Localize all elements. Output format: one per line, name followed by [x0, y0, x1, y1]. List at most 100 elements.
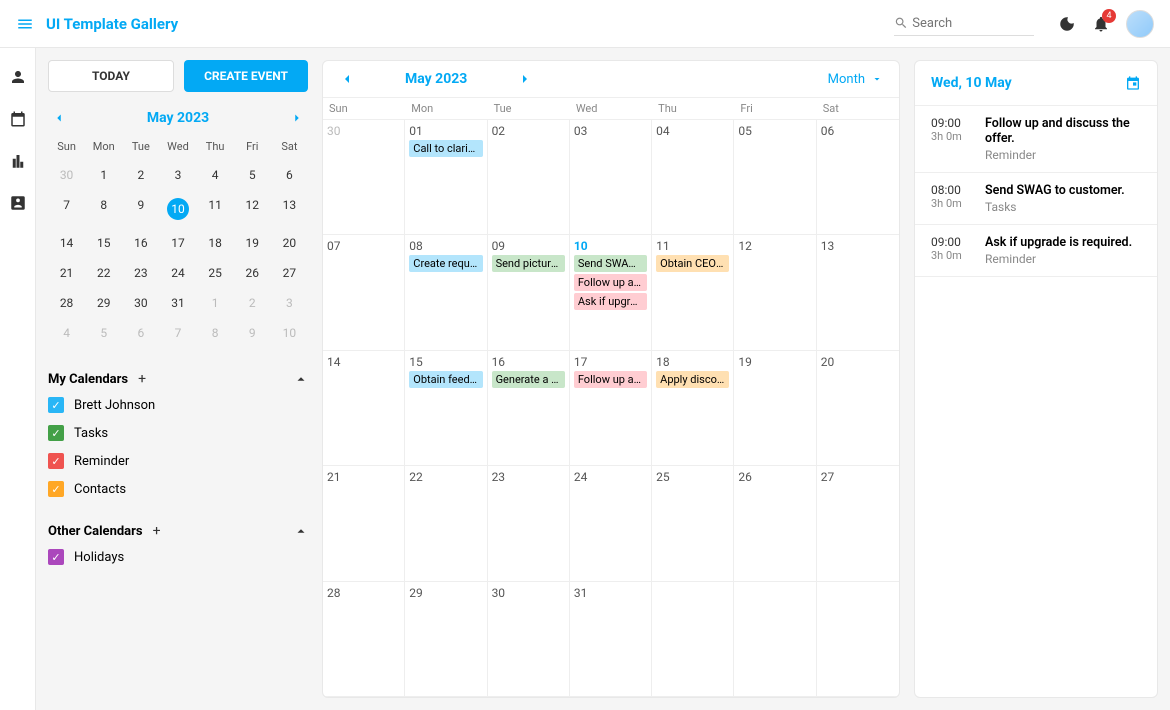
nav-profile-icon[interactable]	[9, 68, 27, 86]
event-chip[interactable]: Obtain CEO c…	[656, 255, 729, 272]
add-other-calendar-icon[interactable]: +	[153, 523, 161, 539]
mini-day[interactable]: 7	[48, 193, 85, 225]
cal-cell[interactable]: 14	[323, 351, 405, 465]
event-chip[interactable]: Create reques…	[409, 255, 482, 272]
cal-cell[interactable]	[652, 582, 734, 696]
mini-day[interactable]: 30	[122, 291, 159, 315]
view-selector[interactable]: Month	[828, 72, 883, 87]
cal-cell[interactable]: 07	[323, 235, 405, 349]
mini-day[interactable]: 9	[122, 193, 159, 225]
mini-day[interactable]: 3	[271, 291, 308, 315]
cal-cell[interactable]: 17Follow up and…	[570, 351, 652, 465]
cal-cell[interactable]: 05	[734, 120, 816, 234]
mini-day[interactable]: 28	[48, 291, 85, 315]
calendar-item[interactable]: ✓Tasks	[48, 425, 308, 441]
mini-day[interactable]: 6	[122, 321, 159, 345]
mini-day[interactable]: 6	[271, 163, 308, 187]
nav-analytics-icon[interactable]	[9, 152, 27, 170]
search-input[interactable]	[908, 12, 1034, 35]
cal-cell[interactable]: 15Obtain feedb…	[405, 351, 487, 465]
collapse-other-calendars-icon[interactable]	[294, 524, 308, 538]
mini-day[interactable]: 1	[197, 291, 234, 315]
cal-cell[interactable]: 13	[817, 235, 899, 349]
nav-contacts-icon[interactable]	[9, 194, 27, 212]
mini-day[interactable]: 12	[234, 193, 271, 225]
mini-day[interactable]: 5	[85, 321, 122, 345]
mini-day[interactable]: 22	[85, 261, 122, 285]
event-chip[interactable]: Ask if upgrad…	[574, 293, 647, 310]
today-button[interactable]: TODAY	[48, 60, 174, 92]
cal-cell[interactable]: 04	[652, 120, 734, 234]
cal-prev-icon[interactable]	[339, 71, 355, 87]
cal-cell[interactable]: 11Obtain CEO c…	[652, 235, 734, 349]
nav-calendar-icon[interactable]	[9, 110, 27, 128]
cal-cell[interactable]: 31	[570, 582, 652, 696]
mini-day[interactable]: 16	[122, 231, 159, 255]
mini-day[interactable]: 4	[197, 163, 234, 187]
cal-cell[interactable]: 01Call to clarify …	[405, 120, 487, 234]
mini-day[interactable]: 2	[234, 291, 271, 315]
cal-cell[interactable]: 26	[734, 466, 816, 580]
collapse-my-calendars-icon[interactable]	[294, 372, 308, 386]
cal-cell[interactable]: 18Apply discou…	[652, 351, 734, 465]
cal-cell[interactable]: 20	[817, 351, 899, 465]
calendar-item[interactable]: ✓Reminder	[48, 453, 308, 469]
create-event-button[interactable]: CREATE EVENT	[184, 60, 308, 92]
mini-day[interactable]: 30	[48, 163, 85, 187]
agenda-today-icon[interactable]	[1125, 75, 1141, 91]
checkbox-icon[interactable]: ✓	[48, 549, 64, 565]
mini-day[interactable]: 11	[197, 193, 234, 225]
mini-day[interactable]: 1	[85, 163, 122, 187]
mini-day[interactable]: 29	[85, 291, 122, 315]
mini-day[interactable]: 10	[159, 193, 196, 225]
cal-cell[interactable]: 30	[323, 120, 405, 234]
notifications-icon[interactable]: 4	[1092, 15, 1110, 33]
mini-day[interactable]: 31	[159, 291, 196, 315]
event-chip[interactable]: Obtain feedb…	[409, 371, 482, 388]
mini-day[interactable]: 8	[85, 193, 122, 225]
mini-day[interactable]: 26	[234, 261, 271, 285]
mini-day[interactable]: 14	[48, 231, 85, 255]
mini-cal-next-icon[interactable]	[290, 111, 304, 125]
mini-day[interactable]: 13	[271, 193, 308, 225]
mini-day[interactable]: 17	[159, 231, 196, 255]
mini-day[interactable]: 15	[85, 231, 122, 255]
event-chip[interactable]: Send SWAG t…	[574, 255, 647, 272]
theme-toggle-icon[interactable]	[1058, 15, 1076, 33]
event-chip[interactable]: Send pictures…	[492, 255, 565, 272]
cal-cell[interactable]: 22	[405, 466, 487, 580]
mini-day[interactable]: 10	[271, 321, 308, 345]
cal-cell[interactable]: 08Create reques…	[405, 235, 487, 349]
cal-cell[interactable]: 27	[817, 466, 899, 580]
mini-day[interactable]: 4	[48, 321, 85, 345]
cal-cell[interactable]: 10Send SWAG t…Follow up and…Ask if upgra…	[570, 235, 652, 349]
cal-cell[interactable]: 29	[405, 582, 487, 696]
mini-day[interactable]: 21	[48, 261, 85, 285]
agenda-item[interactable]: 08:003h 0mSend SWAG to customer.Tasks	[915, 173, 1157, 225]
cal-cell[interactable]: 03	[570, 120, 652, 234]
event-chip[interactable]: Generate a qu…	[492, 371, 565, 388]
menu-icon[interactable]	[16, 15, 34, 33]
cal-cell[interactable]	[817, 582, 899, 696]
event-chip[interactable]: Follow up and…	[574, 274, 647, 291]
cal-cell[interactable]: 06	[817, 120, 899, 234]
mini-day[interactable]: 5	[234, 163, 271, 187]
mini-day[interactable]: 20	[271, 231, 308, 255]
calendar-item[interactable]: ✓Brett Johnson	[48, 397, 308, 413]
mini-day[interactable]: 27	[271, 261, 308, 285]
checkbox-icon[interactable]: ✓	[48, 397, 64, 413]
cal-cell[interactable]: 23	[488, 466, 570, 580]
checkbox-icon[interactable]: ✓	[48, 425, 64, 441]
mini-day[interactable]: 9	[234, 321, 271, 345]
mini-cal-prev-icon[interactable]	[52, 111, 66, 125]
agenda-item[interactable]: 09:003h 0mAsk if upgrade is required.Rem…	[915, 225, 1157, 277]
cal-cell[interactable]: 12	[734, 235, 816, 349]
event-chip[interactable]: Follow up and…	[574, 371, 647, 388]
mini-day[interactable]: 24	[159, 261, 196, 285]
mini-day[interactable]: 7	[159, 321, 196, 345]
mini-day[interactable]: 8	[197, 321, 234, 345]
cal-cell[interactable]: 21	[323, 466, 405, 580]
agenda-item[interactable]: 09:003h 0mFollow up and discuss the offe…	[915, 106, 1157, 173]
mini-day[interactable]: 3	[159, 163, 196, 187]
mini-day[interactable]: 18	[197, 231, 234, 255]
